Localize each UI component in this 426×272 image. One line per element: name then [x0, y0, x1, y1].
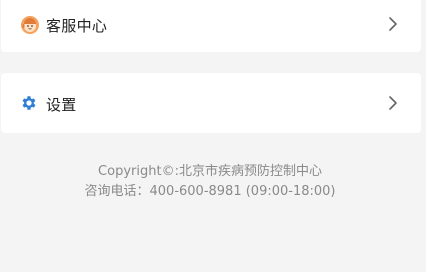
- copyright-text: Copyright©:北京市疾病预防控制中心: [98, 164, 322, 179]
- menu-item-label: 设置: [46, 96, 77, 114]
- gear-icon: [19, 93, 39, 113]
- customer-service-avatar-icon: [20, 15, 40, 35]
- chevron-right-icon: [389, 17, 397, 31]
- menu-item-settings[interactable]: 设置: [1, 73, 421, 133]
- hotline-text: 咨询电话：400-600-8981 (09:00-18:00): [84, 184, 336, 199]
- menu-item-customer-service[interactable]: 客服中心: [1, 0, 421, 52]
- menu-item-label: 客服中心: [46, 17, 108, 35]
- chevron-right-icon: [389, 96, 397, 110]
